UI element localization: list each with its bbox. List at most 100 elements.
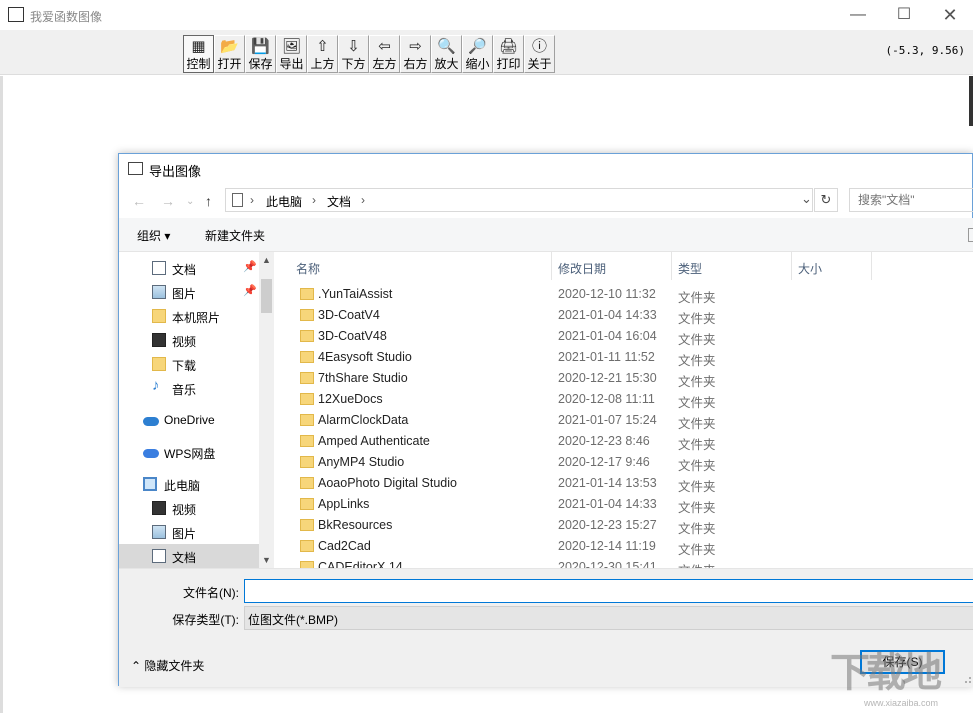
file-type: 文件夹: [678, 518, 716, 537]
toolbar-button-0[interactable]: ▦控制: [183, 35, 214, 73]
nav-item[interactable]: 文档📌: [119, 256, 259, 280]
export-dialog: 导出图像 ← → ⌄ ↑ › 此电脑 › 文档 › ⌄ ↻ 组织 ▾ 新建文件夹…: [118, 153, 973, 686]
file-row[interactable]: Amped Authenticate2020-12-23 8:46文件夹: [274, 431, 973, 452]
file-row[interactable]: AppLinks2021-01-04 14:33文件夹: [274, 494, 973, 515]
file-name: Amped Authenticate: [318, 434, 430, 448]
toolbar-button-6[interactable]: ⇦左方: [369, 35, 400, 73]
refresh-button[interactable]: ↻: [814, 188, 838, 212]
folder-icon: [152, 357, 166, 371]
nav-item[interactable]: 此电脑: [119, 472, 259, 496]
nav-item-label: 视频: [172, 501, 196, 518]
nav-item-label: 此电脑: [164, 477, 200, 494]
new-folder-button[interactable]: 新建文件夹: [205, 227, 265, 244]
file-row[interactable]: 3D-CoatV42021-01-04 14:33文件夹: [274, 305, 973, 326]
zoom-out-icon: 🔎: [463, 37, 492, 57]
toolbar-button-10[interactable]: 🖨打印: [493, 35, 524, 73]
column-header-name[interactable]: ⌃ 名称: [274, 252, 552, 280]
file-date: 2020-12-10 11:32: [558, 287, 656, 301]
file-row[interactable]: 7thShare Studio2020-12-21 15:30文件夹: [274, 368, 973, 389]
nav-item[interactable]: 图片: [119, 520, 259, 544]
toolbar-button-3[interactable]: 🖼导出: [276, 35, 307, 73]
address-bar[interactable]: › 此电脑 › 文档 › ⌄: [225, 188, 813, 212]
file-name: 12XueDocs: [318, 392, 383, 406]
nav-item-label: WPS网盘: [164, 445, 215, 462]
videos-icon: [152, 501, 166, 515]
filename-input[interactable]: [244, 579, 973, 603]
nav-item-label: OneDrive: [164, 413, 215, 427]
file-row[interactable]: Cad2Cad2020-12-14 11:19文件夹: [274, 536, 973, 557]
file-row[interactable]: AlarmClockData2021-01-07 15:24文件夹: [274, 410, 973, 431]
folder-icon: [300, 393, 314, 405]
folder-icon: [300, 540, 314, 552]
pin-icon[interactable]: 📌: [243, 284, 257, 297]
column-header-type[interactable]: 类型: [672, 252, 792, 280]
address-dropdown-chevron-icon[interactable]: ⌄: [801, 191, 812, 207]
toolbar-button-8[interactable]: 🔍放大: [431, 35, 462, 73]
nav-item[interactable]: 图片📌: [119, 280, 259, 304]
scroll-down-icon[interactable]: ▼: [259, 555, 274, 565]
file-row[interactable]: 4Easysoft Studio2021-01-11 11:52文件夹: [274, 347, 973, 368]
toolbar-button-4[interactable]: ⇧上方: [307, 35, 338, 73]
control-icon: ▦: [184, 37, 213, 57]
toolbar-button-9[interactable]: 🔎缩小: [462, 35, 493, 73]
nav-item[interactable]: WPS网盘: [119, 440, 259, 464]
nav-item[interactable]: OneDrive: [119, 408, 259, 432]
toolbar-button-11[interactable]: ⓘ关于: [524, 35, 555, 73]
nav-item[interactable]: ♪音乐: [119, 376, 259, 400]
nav-item-label: 本机照片: [172, 309, 220, 326]
search-input[interactable]: [850, 189, 970, 211]
file-row[interactable]: .YunTaiAssist2020-12-10 11:32文件夹: [274, 284, 973, 305]
nav-item[interactable]: 视频: [119, 496, 259, 520]
folder-icon: [300, 435, 314, 447]
back-icon[interactable]: ←: [132, 193, 146, 209]
minimize-button[interactable]: —: [835, 0, 881, 30]
column-header-size[interactable]: 大小: [792, 252, 872, 280]
filetype-value: 位图文件(*.BMP): [248, 611, 338, 628]
nav-item[interactable]: 视频: [119, 328, 259, 352]
file-row[interactable]: AnyMP4 Studio2020-12-17 9:46文件夹: [274, 452, 973, 473]
toolbar-button-2[interactable]: 💾保存: [245, 35, 276, 73]
folder-icon: [300, 288, 314, 300]
scroll-up-icon[interactable]: ▲: [259, 255, 274, 265]
nav-item[interactable]: 下载: [119, 352, 259, 376]
folder-icon: [300, 519, 314, 531]
pin-icon[interactable]: 📌: [243, 260, 257, 273]
view-options-icon[interactable]: [968, 228, 973, 242]
hide-folders-toggle[interactable]: ⌃ 隐藏文件夹: [131, 657, 204, 674]
file-type: 文件夹: [678, 371, 716, 390]
toolbar-button-1[interactable]: 📂打开: [214, 35, 245, 73]
navigation-pane: 文档📌图片📌本机照片视频下载♪音乐OneDriveWPS网盘此电脑视频图片文档: [119, 252, 274, 568]
nav-pane-scrollbar[interactable]: ▲ ▼: [259, 252, 274, 568]
nav-item[interactable]: 本机照片: [119, 304, 259, 328]
toolbar-button-label: 打开: [215, 57, 244, 71]
canvas-border: [969, 76, 973, 126]
toolbar-button-5[interactable]: ⇩下方: [338, 35, 369, 73]
scrollbar-thumb[interactable]: [261, 279, 272, 313]
open-folder-icon: 📂: [215, 37, 244, 57]
dialog-title: 导出图像: [149, 161, 201, 180]
file-row[interactable]: CADEditorX 142020-12-30 15:41文件夹: [274, 557, 973, 568]
recent-locations-chevron-icon[interactable]: ⌄: [186, 196, 194, 207]
sort-ascending-icon: ⌃: [417, 252, 425, 257]
forward-icon[interactable]: →: [161, 193, 175, 209]
filetype-select[interactable]: 位图文件(*.BMP): [244, 606, 973, 630]
search-box[interactable]: [849, 188, 973, 212]
column-header-date[interactable]: 修改日期: [552, 252, 672, 280]
breadcrumb-separator: ›: [361, 193, 365, 207]
up-arrow-icon[interactable]: ↑: [205, 193, 212, 209]
organize-button[interactable]: 组织 ▾: [137, 227, 170, 244]
nav-item-label: 图片: [172, 525, 196, 542]
breadcrumb-this-pc[interactable]: 此电脑: [266, 193, 302, 210]
close-button[interactable]: ✕: [927, 0, 973, 30]
file-row[interactable]: 12XueDocs2020-12-08 11:11文件夹: [274, 389, 973, 410]
breadcrumb-documents[interactable]: 文档: [327, 193, 351, 210]
file-date: 2020-12-30 15:41: [558, 560, 657, 568]
file-row[interactable]: BkResources2020-12-23 15:27文件夹: [274, 515, 973, 536]
toolbar-button-7[interactable]: ⇨右方: [400, 35, 431, 73]
maximize-button[interactable]: ☐: [881, 0, 927, 30]
file-row[interactable]: AoaoPhoto Digital Studio2021-01-14 13:53…: [274, 473, 973, 494]
nav-item[interactable]: 文档: [119, 544, 259, 568]
nav-item-label: 文档: [172, 549, 196, 566]
watermark-text: 下载地: [830, 651, 938, 695]
file-row[interactable]: 3D-CoatV482021-01-04 16:04文件夹: [274, 326, 973, 347]
